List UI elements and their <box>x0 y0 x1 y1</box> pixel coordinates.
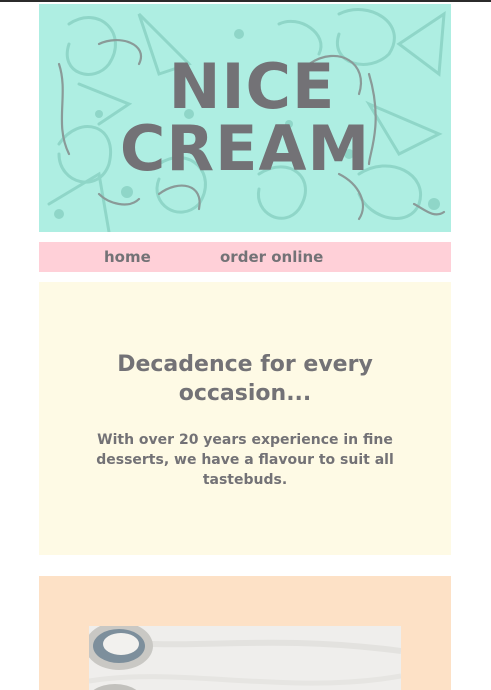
dessert-photo <box>89 626 401 690</box>
featured-photo-section <box>39 576 451 690</box>
intro-heading: Decadence for every occasion... <box>117 352 373 406</box>
logo-title-line-2: Cream <box>119 112 371 185</box>
site-logo-title: Nice Cream <box>39 4 451 232</box>
dessert-photo-image <box>89 626 401 690</box>
hero-banner: Nice Cream <box>39 4 451 232</box>
logo-title-line-1: Nice <box>168 50 336 123</box>
top-border-line <box>0 0 491 2</box>
nav-link-order-online[interactable]: order online <box>220 248 323 266</box>
nav-link-home[interactable]: home <box>104 248 151 266</box>
intro-section: Decadence for every occasion... With ove… <box>39 282 451 555</box>
main-navigation: home order online <box>39 242 451 272</box>
intro-body-text: With over 20 years experience in fine de… <box>96 432 394 488</box>
